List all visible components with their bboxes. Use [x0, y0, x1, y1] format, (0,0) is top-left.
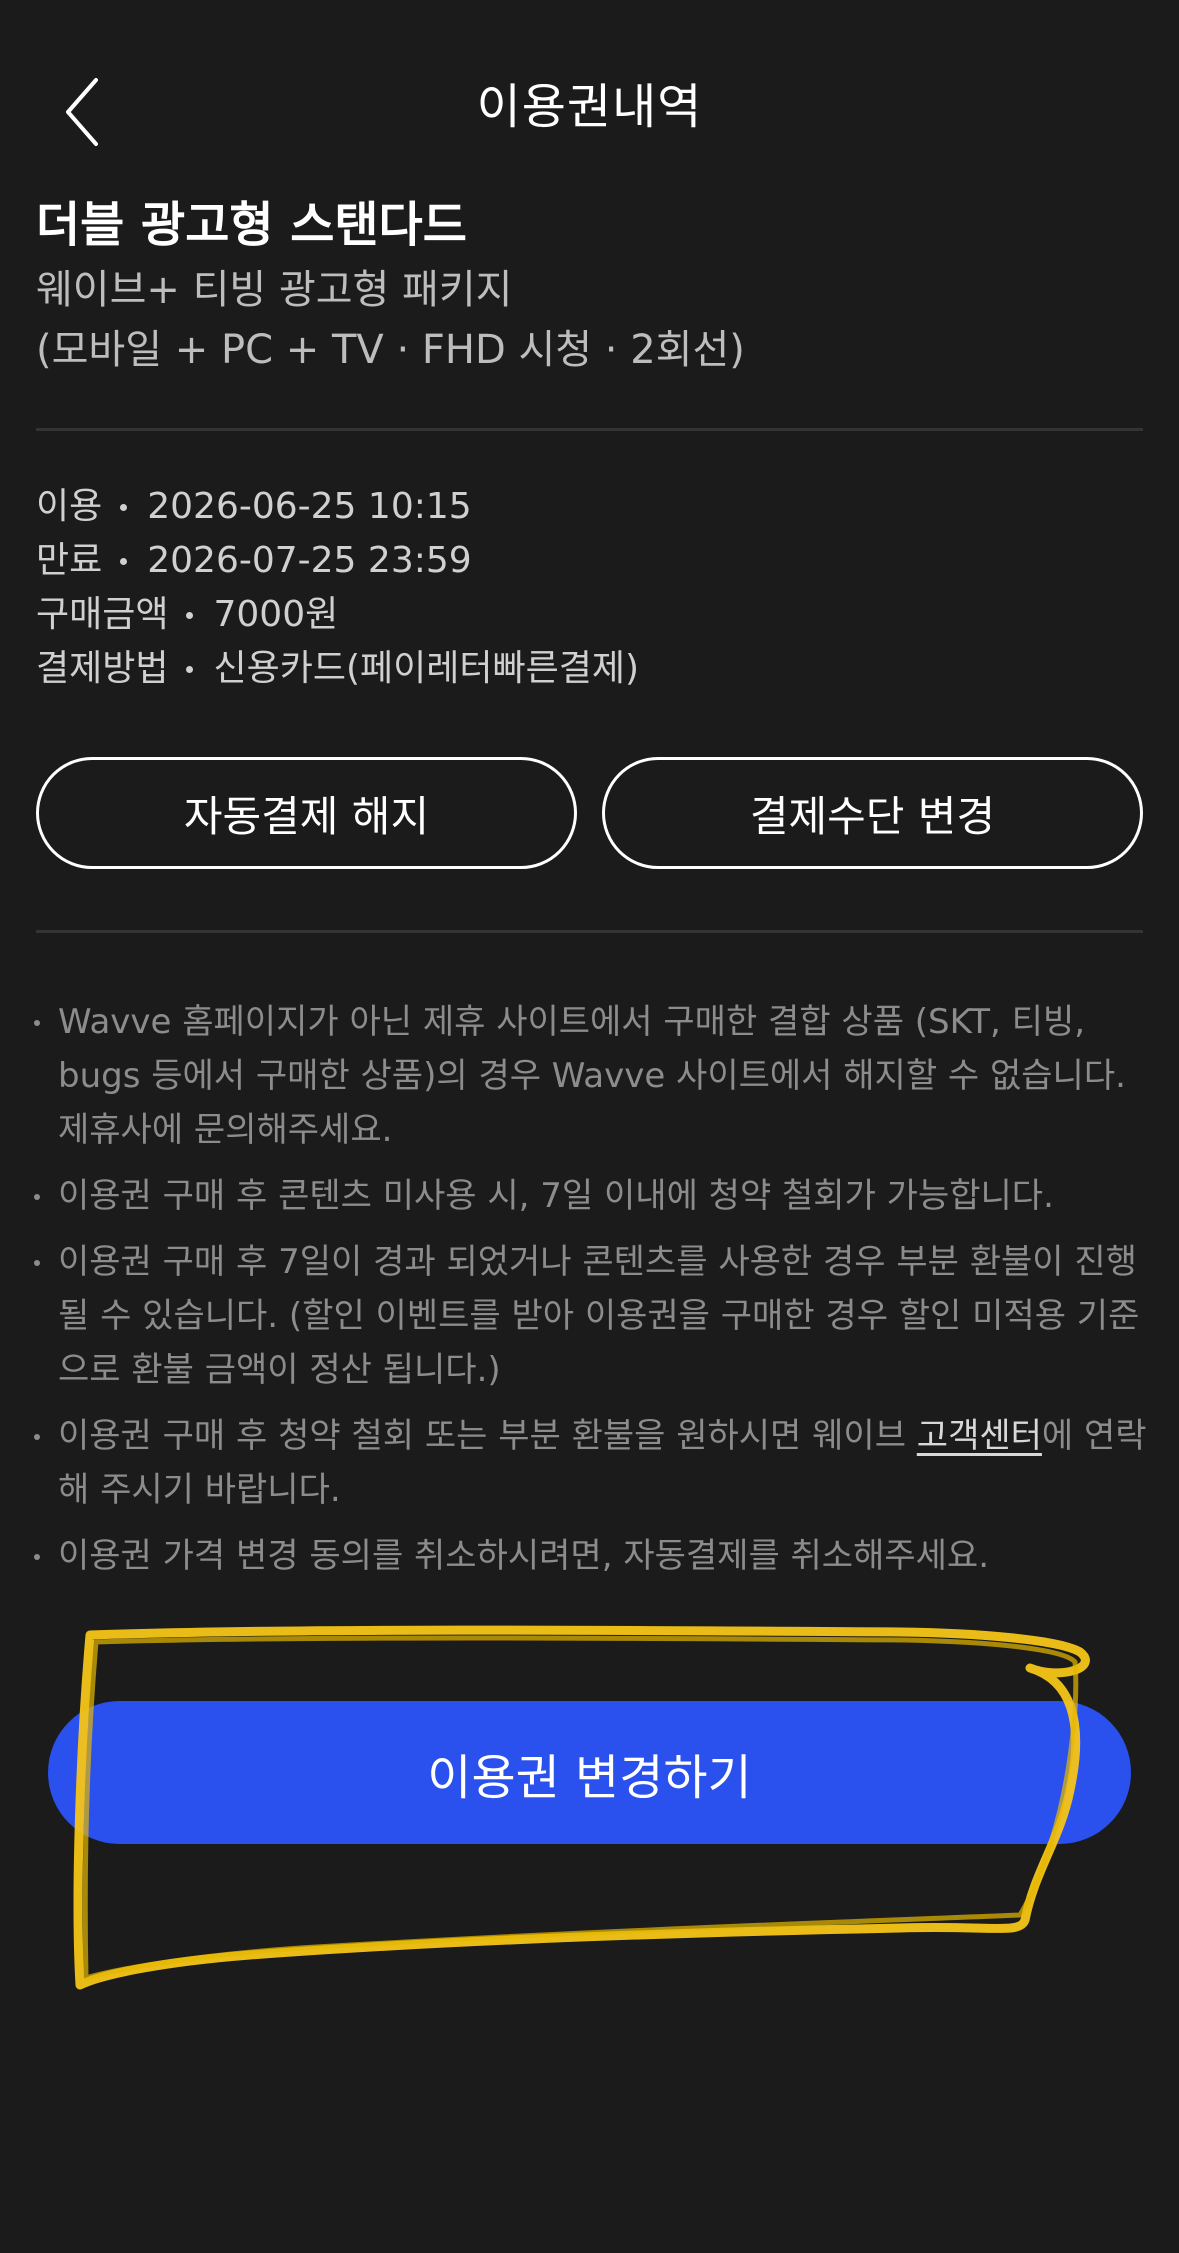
detail-label: 만료 — [36, 540, 103, 581]
notice-text: 이용권 가격 변경 동의를 취소하시려면, 자동결제를 취소해주세요. — [58, 1536, 990, 1576]
detail-label: 결제방법 — [36, 648, 169, 689]
separator-dot — [186, 611, 194, 619]
detail-value: 2026-07-25 23:59 — [147, 540, 472, 581]
notice-item: 이용권 구매 후 콘텐츠 미사용 시, 7일 이내에 청약 철회가 가능합니다. — [30, 1169, 1150, 1223]
notice-item: 이용권 가격 변경 동의를 취소하시려면, 자동결제를 취소해주세요. — [30, 1529, 1150, 1583]
separator-dot — [186, 665, 194, 673]
detail-row-expiry: 만료 2026-07-25 23:59 — [36, 534, 1146, 588]
cancel-autopay-button[interactable]: 자동결제 해지 — [36, 757, 577, 869]
detail-row-start: 이용 2026-06-25 10:15 — [36, 480, 1146, 534]
bullet — [34, 1194, 40, 1200]
detail-label: 구매금액 — [36, 594, 169, 635]
separator-dot — [120, 503, 128, 511]
bullet — [34, 1260, 40, 1266]
change-payment-button[interactable]: 결제수단 변경 — [602, 757, 1143, 869]
detail-value: 2026-06-25 10:15 — [147, 486, 472, 527]
notice-text: 이용권 구매 후 청약 철회 또는 부분 환불을 원하시면 웨이브 — [58, 1416, 917, 1456]
bullet — [34, 1020, 40, 1026]
detail-row-payment-method: 결제방법 신용카드(페이레터빠른결제) — [36, 642, 1146, 696]
product-name: 더블 광고형 스탠다드 — [36, 197, 467, 253]
detail-label: 이용 — [36, 486, 103, 527]
pass-details: 이용 2026-06-25 10:15 만료 2026-07-25 23:59 … — [36, 480, 1146, 696]
notice-item: Wavve 홈페이지가 아닌 제휴 사이트에서 구매한 결합 상품 (SKT, … — [30, 995, 1150, 1157]
bullet — [34, 1434, 40, 1440]
divider — [36, 930, 1143, 933]
detail-row-amount: 구매금액 7000원 — [36, 588, 1146, 642]
notice-text: 이용권 구매 후 7일이 경과 되었거나 콘텐츠를 사용한 경우 부분 환불이 … — [58, 1242, 1140, 1390]
detail-value: 신용카드(페이레터빠른결제) — [213, 648, 640, 689]
divider — [36, 428, 1143, 431]
product-spec: (모바일 + PC + TV · FHD 시청 · 2회선) — [36, 327, 745, 373]
product-subtitle: 웨이브+ 티빙 광고형 패키지 — [36, 267, 513, 313]
detail-value: 7000원 — [213, 594, 339, 635]
change-pass-button[interactable]: 이용권 변경하기 — [48, 1701, 1131, 1844]
separator-dot — [120, 557, 128, 565]
notice-item-refund: 이용권 구매 후 청약 철회 또는 부분 환불을 원하시면 웨이브 고객센터에 … — [30, 1409, 1150, 1517]
customer-center-link[interactable]: 고객센터 — [917, 1416, 1042, 1456]
notice-item: 이용권 구매 후 7일이 경과 되었거나 콘텐츠를 사용한 경우 부분 환불이 … — [30, 1235, 1150, 1397]
bullet — [34, 1554, 40, 1560]
product-info: 더블 광고형 스탠다드 웨이브+ 티빙 광고형 패키지 (모바일 + PC + … — [36, 190, 1146, 380]
header: 이용권내역 — [0, 40, 1179, 170]
notice-text: 이용권 구매 후 콘텐츠 미사용 시, 7일 이내에 청약 철회가 가능합니다. — [58, 1176, 1054, 1216]
page-title: 이용권내역 — [476, 79, 703, 135]
notice-list: Wavve 홈페이지가 아닌 제휴 사이트에서 구매한 결합 상품 (SKT, … — [30, 995, 1150, 1595]
notice-text: Wavve 홈페이지가 아닌 제휴 사이트에서 구매한 결합 상품 (SKT, … — [58, 1002, 1126, 1150]
